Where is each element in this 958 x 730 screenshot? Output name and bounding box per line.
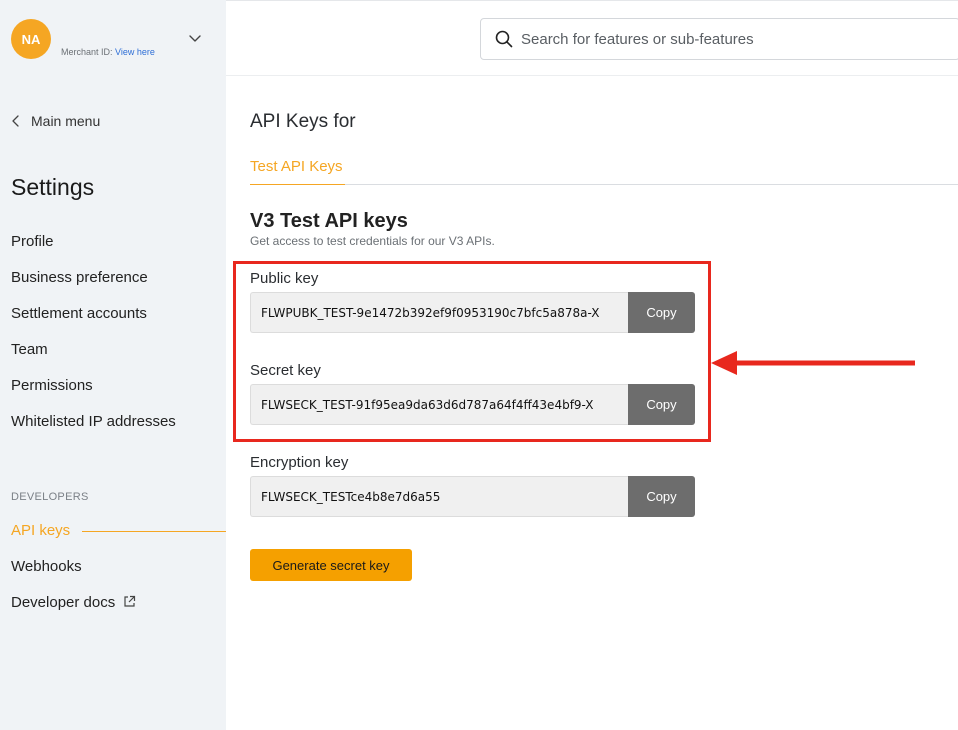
search-box[interactable] bbox=[480, 18, 958, 60]
sidebar-item-label: Developer docs bbox=[11, 594, 116, 611]
sidebar-item-api-keys[interactable]: API keys bbox=[11, 521, 226, 557]
sidebar-item-whitelisted-ip[interactable]: Whitelisted IP addresses bbox=[11, 413, 176, 449]
chevron-left-icon bbox=[12, 115, 19, 127]
developers-heading: DEVELOPERS bbox=[11, 491, 89, 503]
search-icon bbox=[495, 30, 513, 48]
sidebar-item-developer-docs[interactable]: Developer docs bbox=[11, 593, 226, 629]
arrow-left-icon bbox=[711, 351, 915, 375]
encryption-key-row: FLWSECK_TESTce4b8e7d6a55 Copy bbox=[250, 476, 695, 517]
merchant-id-label: Merchant ID: bbox=[61, 47, 116, 57]
view-merchant-id-link[interactable]: View here bbox=[115, 47, 155, 57]
avatar: NA bbox=[11, 19, 51, 59]
developers-nav: API keys Webhooks Developer docs bbox=[11, 521, 226, 629]
sidebar-item-label: Webhooks bbox=[11, 558, 82, 575]
sidebar-item-business-preference[interactable]: Business preference bbox=[11, 269, 176, 305]
sidebar-item-profile[interactable]: Profile bbox=[11, 233, 176, 269]
merchant-id: Merchant ID: View here bbox=[61, 47, 155, 57]
section-title: V3 Test API keys bbox=[250, 210, 408, 232]
sidebar-item-permissions[interactable]: Permissions bbox=[11, 377, 176, 413]
sidebar: NA Merchant ID: View here Main menu Sett… bbox=[0, 0, 226, 730]
tab-test-api-keys[interactable]: Test API Keys bbox=[250, 155, 345, 185]
main-menu-label: Main menu bbox=[31, 113, 101, 129]
settings-nav: Profile Business preference Settlement a… bbox=[11, 233, 176, 449]
account-switcher[interactable]: NA Merchant ID: View here bbox=[11, 19, 216, 61]
search-input[interactable] bbox=[521, 30, 941, 48]
external-link-icon bbox=[124, 595, 136, 607]
sidebar-item-team[interactable]: Team bbox=[11, 341, 176, 377]
copy-encryption-key-button[interactable]: Copy bbox=[628, 476, 695, 517]
tab-bar: Test API Keys bbox=[250, 155, 958, 185]
generate-secret-key-button[interactable]: Generate secret key bbox=[250, 549, 412, 581]
sidebar-item-webhooks[interactable]: Webhooks bbox=[11, 557, 226, 593]
active-indicator bbox=[82, 531, 226, 532]
section-subtitle: Get access to test credentials for our V… bbox=[250, 234, 495, 248]
sidebar-item-label: API keys bbox=[11, 522, 71, 539]
encryption-key-label: Encryption key bbox=[250, 454, 349, 471]
encryption-key-field[interactable]: FLWSECK_TESTce4b8e7d6a55 bbox=[250, 476, 628, 517]
sidebar-item-settlement-accounts[interactable]: Settlement accounts bbox=[11, 305, 176, 341]
sidebar-title: Settings bbox=[11, 174, 95, 200]
chevron-down-icon[interactable] bbox=[188, 31, 202, 45]
page-title: API Keys for bbox=[250, 111, 356, 132]
main-menu-link[interactable]: Main menu bbox=[11, 113, 100, 129]
highlight-annotation-box bbox=[233, 261, 711, 442]
top-bar bbox=[226, 0, 958, 76]
